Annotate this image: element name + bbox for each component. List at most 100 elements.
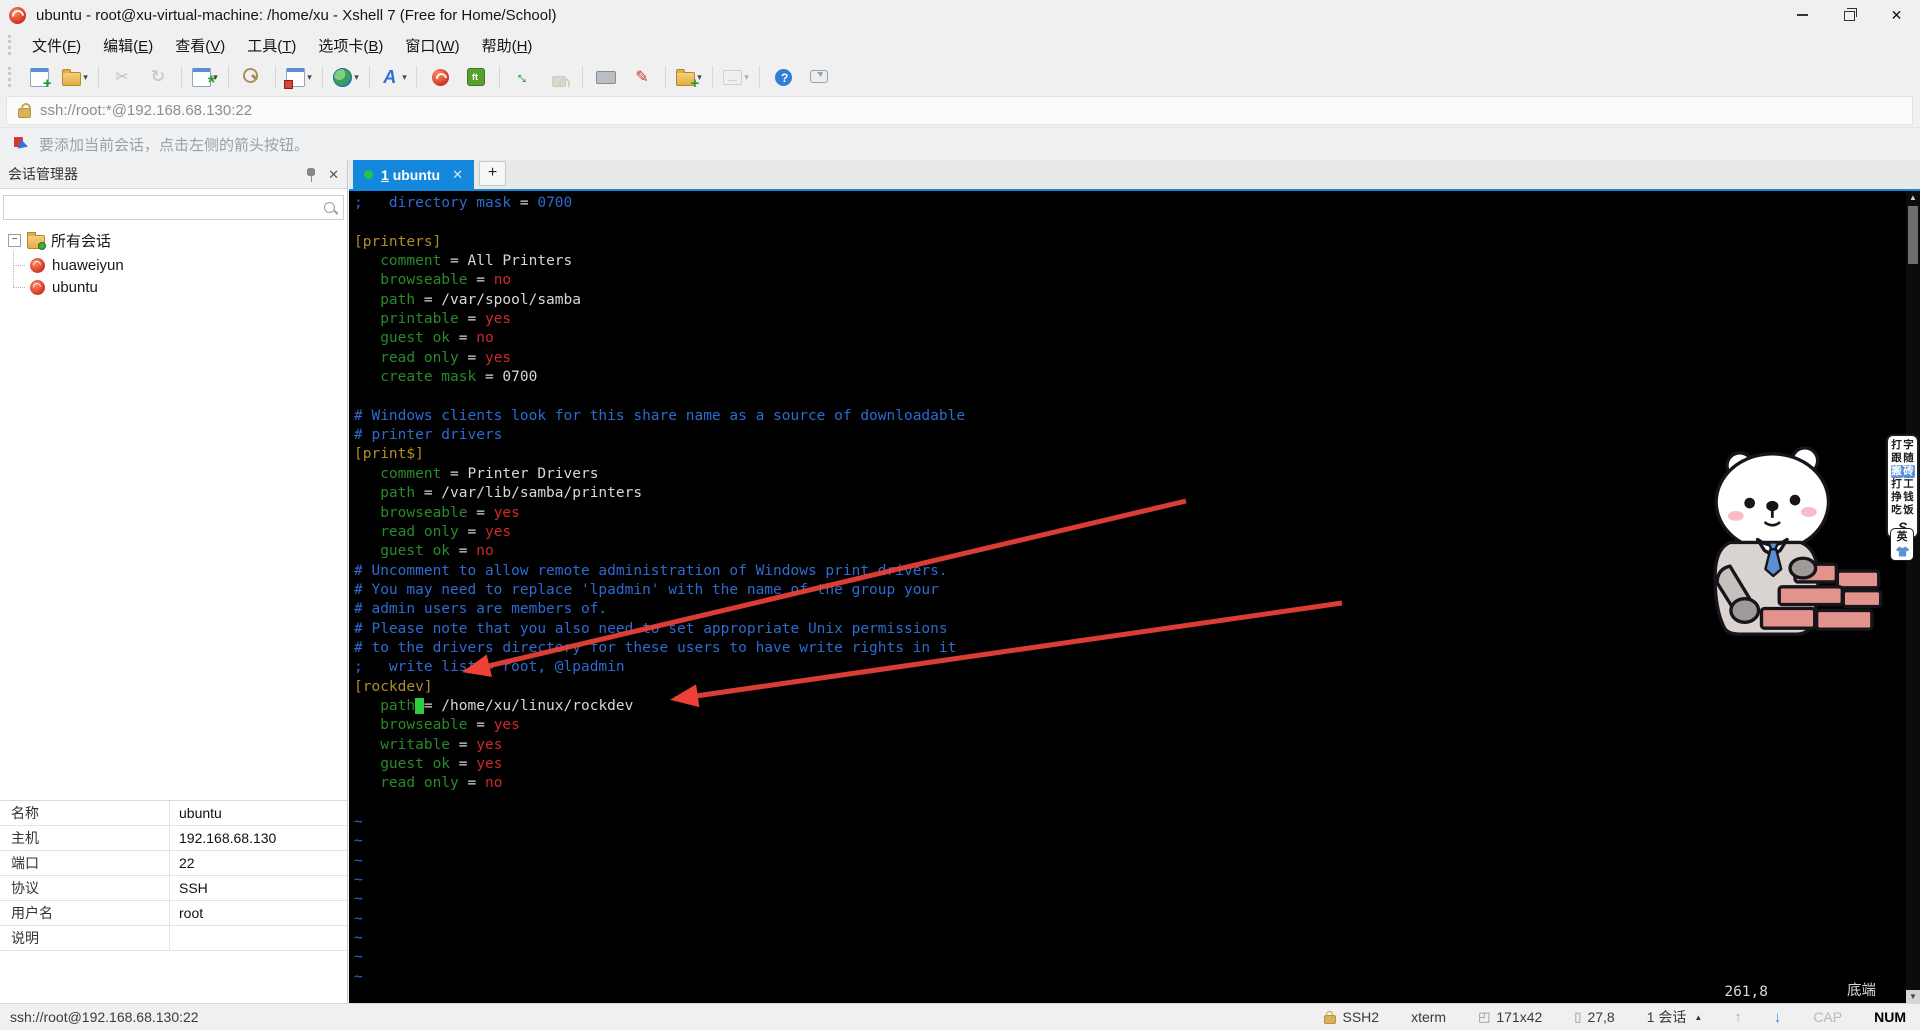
- session-properties-button[interactable]: ▾: [187, 63, 223, 91]
- help-button[interactable]: [765, 63, 801, 91]
- sessions-folder-icon: [27, 235, 45, 249]
- property-label: 用户名: [0, 901, 170, 925]
- minimize-button[interactable]: [1779, 0, 1826, 30]
- status-label: 27,8: [1587, 1009, 1614, 1025]
- xftp-button[interactable]: [458, 63, 494, 91]
- session-manager-title: 会话管理器: [8, 164, 304, 184]
- terminal-line: [rockdev]: [349, 678, 1904, 697]
- menu-item-W[interactable]: 窗口(W): [394, 31, 470, 60]
- close-icon: ✕: [1891, 8, 1903, 22]
- dropdown-arrow-icon[interactable]: ▾: [307, 72, 312, 83]
- terminal-line: ~: [349, 929, 1904, 948]
- new-session-button[interactable]: [21, 63, 57, 91]
- terminal-line: # admin users are members of.: [349, 600, 1904, 619]
- sticker-banner-row: 搬砖: [1891, 465, 1915, 478]
- session-search-input[interactable]: [3, 195, 344, 220]
- menu-item-F[interactable]: 文件(F): [21, 31, 92, 60]
- sticker-banner-char: 挣: [1891, 491, 1903, 504]
- property-value: root: [170, 901, 347, 925]
- tree-root-all-sessions[interactable]: − 所有会话: [0, 227, 347, 254]
- shirt-icon: [1895, 545, 1910, 558]
- lock-icon: [552, 76, 566, 87]
- toolbar-separator: [665, 66, 666, 88]
- win-new-icon: [30, 68, 49, 87]
- virtual-keyboard-button[interactable]: [588, 63, 624, 91]
- cursor-position-icon: [1574, 1009, 1581, 1025]
- sticker-banner-char: 随: [1903, 452, 1915, 465]
- sticker-banner-char: 吃: [1891, 504, 1903, 517]
- close-button[interactable]: ✕: [1873, 0, 1920, 30]
- dropdown-arrow-icon[interactable]: ▾: [744, 72, 749, 83]
- property-value: [170, 926, 347, 950]
- sticker-banner-char: 钱: [1903, 491, 1915, 504]
- resize-icon: [1478, 1009, 1490, 1025]
- status-scroll-down[interactable]: [1774, 1009, 1782, 1026]
- menu-item-H[interactable]: 帮助(H): [471, 31, 544, 60]
- status-label: SSH2: [1342, 1009, 1379, 1025]
- tree-item-huaweiyun[interactable]: huaweiyun: [0, 254, 347, 276]
- address-field[interactable]: ssh://root:*@192.168.68.130:22: [6, 96, 1913, 125]
- disconnect-button[interactable]: [104, 63, 140, 91]
- status-cursor-position: 27,8: [1574, 1009, 1614, 1025]
- sticker-banner-char: 饭: [1903, 504, 1915, 517]
- dropdown-arrow-icon[interactable]: ▾: [354, 72, 359, 83]
- tree-item-ubuntu[interactable]: ubuntu: [0, 276, 347, 298]
- pin-icon[interactable]: [304, 167, 318, 182]
- property-row: 端口22: [0, 851, 347, 876]
- lock-icon: [18, 108, 31, 118]
- tab-close-icon[interactable]: ✕: [452, 167, 463, 183]
- status-scroll-up[interactable]: [1734, 1009, 1742, 1026]
- terminal-scrollbar[interactable]: ▲ ▼: [1906, 191, 1920, 1004]
- highlight-pen-button[interactable]: [624, 63, 660, 91]
- restore-button[interactable]: [1826, 0, 1873, 30]
- panel-close-icon[interactable]: ✕: [328, 168, 339, 181]
- status-session-count[interactable]: 1 会话▲: [1647, 1007, 1703, 1027]
- font-button[interactable]: ▾: [375, 63, 411, 91]
- tabs-icon: [723, 70, 742, 85]
- scrollbar-down-icon[interactable]: ▼: [1906, 990, 1920, 1004]
- menu-item-V[interactable]: 查看(V): [164, 31, 236, 60]
- terminal-line: ~: [349, 890, 1904, 909]
- tab-layout-button[interactable]: ▾: [718, 63, 754, 91]
- terminal-line: # Windows clients look for this share na…: [349, 407, 1904, 426]
- font-icon: [379, 67, 400, 88]
- lock-screen-button[interactable]: [541, 63, 577, 91]
- terminal-line: read only = yes: [349, 349, 1904, 368]
- minimize-icon: [1797, 14, 1808, 16]
- tab-ubuntu[interactable]: 1 ubuntu ✕: [353, 160, 474, 189]
- open-sessions-button[interactable]: ▾: [57, 63, 93, 91]
- reconnect-button[interactable]: [140, 63, 176, 91]
- tree-expander-icon[interactable]: −: [8, 234, 21, 247]
- sticker-banner-row: 挣钱: [1891, 491, 1915, 504]
- xshell-button[interactable]: [422, 63, 458, 91]
- terminal-line: browseable = yes: [349, 504, 1904, 523]
- dropdown-up-icon[interactable]: ▲: [1694, 1013, 1702, 1022]
- property-value: 192.168.68.130: [170, 826, 347, 850]
- new-tab-button[interactable]: +: [479, 161, 506, 186]
- vim-cursor-position: 261,8: [1724, 984, 1768, 1000]
- dropdown-arrow-icon[interactable]: ▾: [83, 72, 88, 83]
- compose-pane-button[interactable]: ▾: [281, 63, 317, 91]
- menu-item-E[interactable]: 编辑(E): [92, 31, 164, 60]
- terminal-line: [349, 387, 1904, 406]
- dropdown-arrow-icon[interactable]: ▾: [402, 72, 407, 83]
- terminal[interactable]: ; directory mask = 0700[printers] commen…: [349, 191, 1920, 1004]
- menu-item-B[interactable]: 选项卡(B): [307, 31, 394, 60]
- url-scheme-button[interactable]: ▾: [328, 63, 364, 91]
- toolbar-separator: [712, 66, 713, 88]
- feedback-button[interactable]: [801, 63, 837, 91]
- menu-item-T[interactable]: 工具(T): [236, 31, 307, 60]
- find-button[interactable]: [234, 63, 270, 91]
- bubble-icon: [810, 70, 828, 83]
- tree-root-label: 所有会话: [51, 230, 111, 251]
- connected-dot-icon: [364, 170, 373, 179]
- sticker-side-char: 英: [1897, 531, 1908, 543]
- globe-icon: [333, 68, 352, 87]
- scrollbar-up-icon[interactable]: ▲: [1906, 191, 1920, 205]
- scrollbar-thumb[interactable]: [1908, 206, 1918, 264]
- fullscreen-button[interactable]: [505, 63, 541, 91]
- toolbar-separator: [582, 66, 583, 88]
- sticker-banner: S 打字跟随搬砖打工挣钱吃饭: [1886, 434, 1919, 539]
- new-session-folder-button[interactable]: ▾: [671, 63, 707, 91]
- info-bar-text: 要添加当前会话，点击左侧的箭头按钮。: [39, 134, 309, 155]
